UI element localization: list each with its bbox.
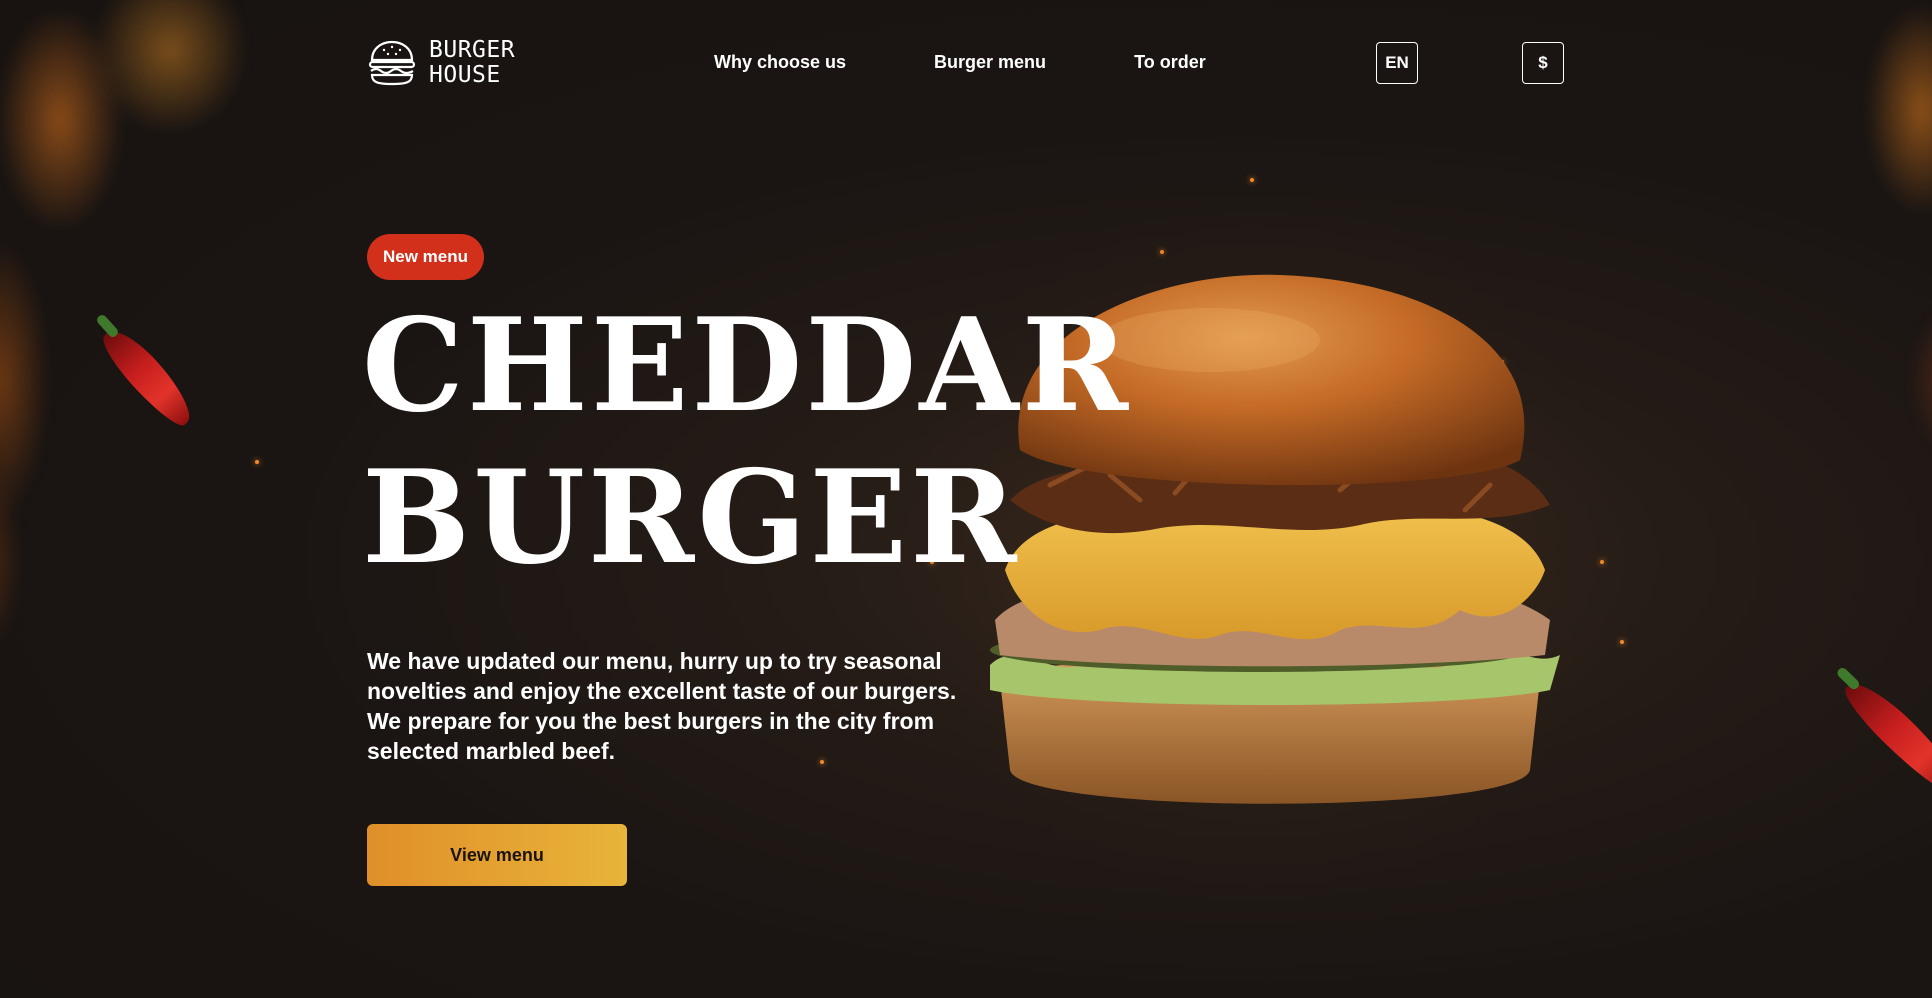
ember-spark xyxy=(255,460,259,464)
hero-description: We have updated our menu, hurry up to tr… xyxy=(367,648,957,764)
main-nav: Why choose us Burger menu To order xyxy=(714,52,1206,73)
hero-title-line2: BURGER xyxy=(362,443,1020,593)
flame-decoration-right xyxy=(1732,0,1932,480)
nav-link-to-order[interactable]: To order xyxy=(1134,52,1206,73)
brand-name: BURGER HOUSE xyxy=(429,38,515,88)
currency-button[interactable]: $ xyxy=(1522,42,1564,84)
hero-title: CHEDDAR BURGER xyxy=(362,290,1131,594)
brand-name-line1: BURGER xyxy=(429,37,516,63)
nav-link-burger-menu[interactable]: Burger menu xyxy=(934,52,1046,73)
chili-pepper-image xyxy=(1837,672,1932,802)
burger-icon xyxy=(368,40,416,86)
site-header: BURGER HOUSE Why choose us Burger menu T… xyxy=(367,38,1567,94)
flame-decoration-left xyxy=(0,0,320,680)
language-button[interactable]: EN xyxy=(1376,42,1418,84)
nav-link-why-choose-us[interactable]: Why choose us xyxy=(714,52,846,73)
view-menu-button[interactable]: View menu xyxy=(367,824,627,886)
new-menu-badge: New menu xyxy=(367,234,485,280)
brand-logo[interactable]: BURGER HOUSE xyxy=(367,38,515,88)
hero-title-line1: CHEDDAR xyxy=(362,291,1132,441)
ember-spark xyxy=(1250,178,1254,182)
brand-name-line2: HOUSE xyxy=(429,62,501,88)
landing-page: BURGER HOUSE Why choose us Burger menu T… xyxy=(0,0,1932,998)
ember-spark xyxy=(1620,640,1624,644)
